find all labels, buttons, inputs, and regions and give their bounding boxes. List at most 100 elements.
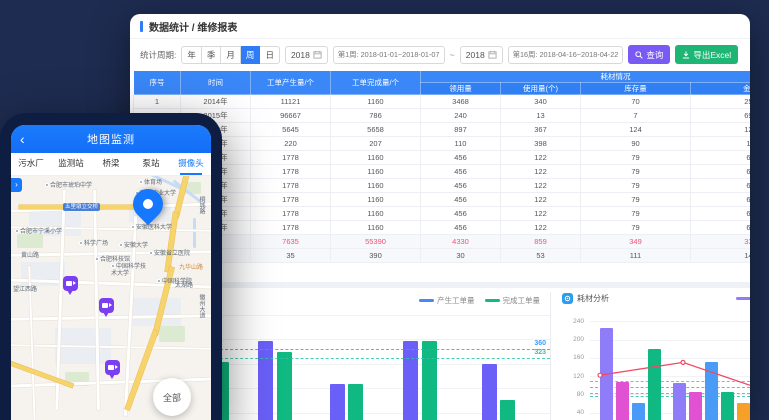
period-option[interactable]: 周 (241, 46, 261, 64)
query-button[interactable]: 查询 (628, 45, 670, 64)
phone-tab[interactable]: 桥梁 (91, 153, 131, 175)
table-cell: 1778 (251, 179, 331, 193)
phone-mockup: ‹ 地图监测 污水厂监测站桥梁泵站摄像头 合肥市琥珀中学体育场安徽农业大学桐城路… (0, 113, 222, 420)
phone-header: ‹ 地图监测 (11, 125, 211, 153)
table-cell: 1778 (251, 151, 331, 165)
table-cell: 7 (581, 109, 691, 123)
poi-icon (45, 183, 49, 187)
week-range-end[interactable]: 第16周: 2018-04-16~2018-04-22 (508, 46, 624, 64)
week-range-start[interactable]: 第1周: 2018-01-01~2018-01-07 (333, 46, 445, 64)
table-cell: 1160 (331, 95, 421, 109)
poi-icon (149, 251, 153, 255)
all-button[interactable]: 全部 (153, 378, 191, 416)
table-cell: 456 (421, 179, 501, 193)
map-view[interactable]: 合肥市琥珀中学体育场安徽农业大学桐城路五里墩立交桥合肥市宁溪小学安徽医科大学科学… (11, 176, 211, 420)
table-cell: 111 (581, 249, 691, 263)
download-icon (682, 51, 690, 59)
dashboard-panel: 数据统计 / 维修报表 统计周期: 年季月周日 2018 第1周: 2018-0… (130, 14, 750, 420)
legend-label: 产生工单量 (437, 295, 475, 306)
map-label: 黄山路 (21, 250, 39, 259)
column-header: 序号 (134, 71, 181, 95)
table-cell: 70 (581, 95, 691, 109)
table-cell: 79 (581, 193, 691, 207)
table-cell: 859 (501, 235, 581, 249)
table-row: 92022年177811604561227967 (134, 207, 751, 221)
table-cell: 456 (421, 221, 501, 235)
table-cell: 456 (421, 151, 501, 165)
breadcrumb-text: 数据统计 / 维修报表 (149, 19, 237, 34)
calendar-icon (488, 50, 497, 59)
table-row: 32016年56455658897367124129 (134, 123, 751, 137)
chart-divider (550, 292, 551, 420)
sub-column-header: 使用量(个) (501, 83, 581, 95)
table-cell: 250 (691, 95, 751, 109)
table-cell: 1160 (331, 207, 421, 221)
breadcrumb: 数据统计 / 维修报表 (130, 14, 750, 39)
table-cell: 110 (421, 137, 501, 151)
phone-tab-bar: 污水厂监测站桥梁泵站摄像头 (11, 153, 211, 176)
group-header: 耗材情况 (421, 71, 751, 83)
table-cell: 1778 (251, 193, 331, 207)
bar-completed (348, 384, 363, 420)
table-cell: 2014年 (181, 95, 251, 109)
map-label: 徽州大道 (197, 294, 206, 318)
poi-icon (95, 257, 99, 261)
poi-icon (131, 225, 135, 229)
column-header: 时间 (181, 71, 251, 95)
map-river (193, 218, 196, 248)
table-cell: 456 (421, 165, 501, 179)
table-cell: 207 (331, 137, 421, 151)
table-cell: 90 (581, 137, 691, 151)
query-button-label: 查询 (646, 49, 663, 61)
expand-toggle[interactable]: › (11, 178, 22, 192)
total-row: 合计7635553904330859349330 (134, 235, 751, 249)
legend-label: 完成工单量 (503, 295, 541, 306)
map-park (159, 326, 185, 342)
period-label: 统计周期: (140, 49, 176, 61)
table-cell: 122 (501, 179, 581, 193)
report-table: 序号时间工单产生量/个工单完成量/个耗材情况领用量使用量(个)库存量金额1201… (133, 70, 750, 263)
period-option[interactable]: 季 (202, 46, 222, 64)
map-label: 科学广场 (79, 238, 108, 247)
range-separator: ~ (450, 50, 455, 60)
table-cell: 79 (581, 179, 691, 193)
average-line (220, 358, 550, 359)
camera-marker[interactable] (99, 298, 114, 313)
average-line-label: 323 (534, 349, 546, 356)
period-option[interactable]: 月 (221, 46, 241, 64)
phone-tab[interactable]: 监测站 (51, 153, 91, 175)
phone-tab[interactable]: 摄像头 (171, 153, 211, 175)
bar-produced (482, 364, 497, 420)
export-excel-button[interactable]: 导出Excel (675, 45, 738, 64)
camera-marker[interactable] (63, 276, 78, 291)
table-cell: 3468 (421, 95, 501, 109)
back-icon[interactable]: ‹ (20, 127, 25, 151)
phone-tab[interactable]: 污水厂 (11, 153, 51, 175)
map-park (17, 234, 43, 248)
table-cell: 786 (331, 109, 421, 123)
table-cell: 897 (421, 123, 501, 137)
table-cell: 11121 (251, 95, 331, 109)
period-option[interactable]: 日 (260, 46, 280, 64)
legend-line-swatch (485, 299, 500, 302)
table-cell: 67 (691, 151, 751, 165)
table-cell: 67 (691, 193, 751, 207)
search-icon (635, 51, 643, 59)
year-start-select[interactable]: 2018 (285, 46, 328, 64)
year-end-select[interactable]: 2018 (460, 46, 503, 64)
table-cell: 1160 (331, 193, 421, 207)
phone-screen: ‹ 地图监测 污水厂监测站桥梁泵站摄像头 合肥市琥珀中学体育场安徽农业大学桐城路… (11, 125, 211, 420)
table-cell: 67 (691, 179, 751, 193)
period-option[interactable]: 年 (181, 46, 202, 64)
table-cell: 35 (251, 249, 331, 263)
table-cell: 79 (581, 221, 691, 235)
poi-icon (111, 264, 115, 268)
table-cell: 96667 (251, 109, 331, 123)
table-cell: 1160 (331, 179, 421, 193)
marker-tail (103, 312, 109, 317)
phone-tab[interactable]: 泵站 (131, 153, 171, 175)
year-end-value: 2018 (466, 50, 485, 60)
camera-marker[interactable] (105, 360, 120, 375)
bar-completed (277, 352, 292, 420)
map-label: 安徽大学 (119, 240, 148, 249)
